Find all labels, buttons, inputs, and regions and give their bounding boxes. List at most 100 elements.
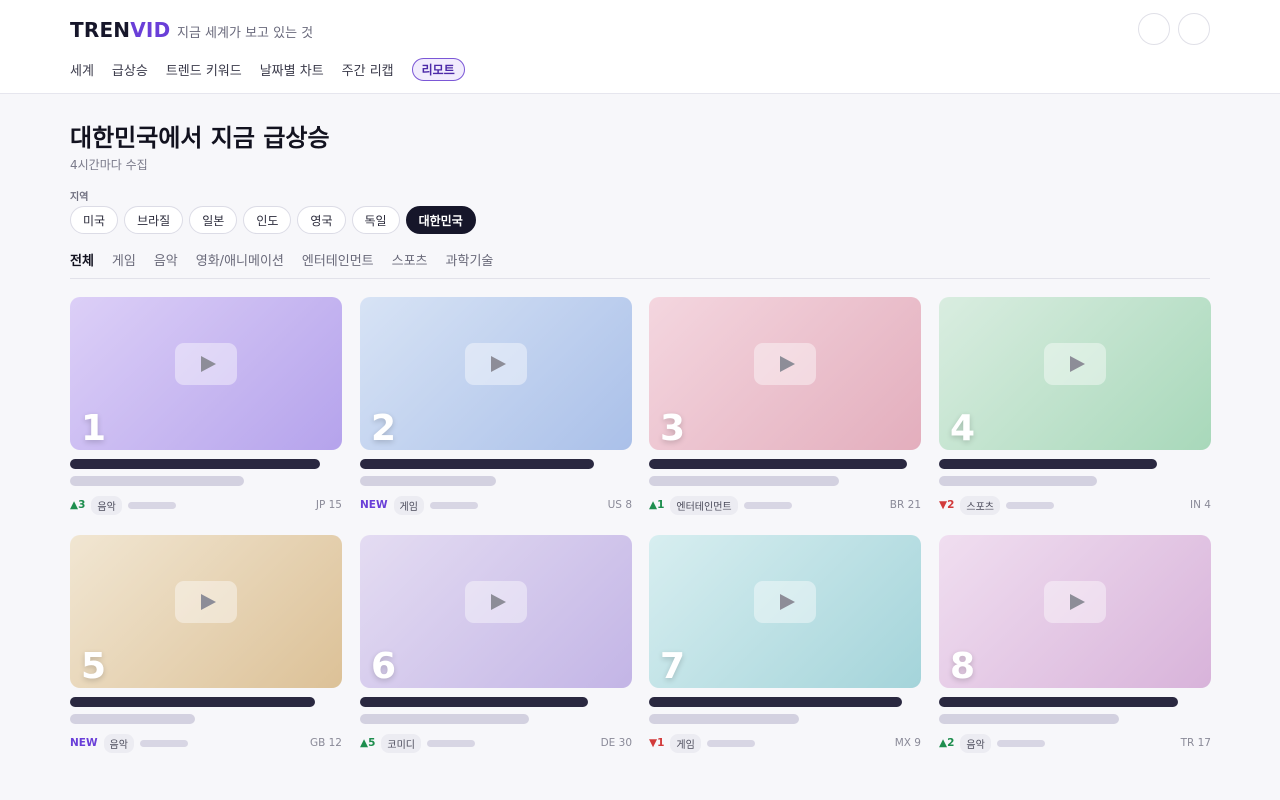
video-thumbnail[interactable]: 6: [360, 535, 632, 688]
main-nav: 세계 급상승 트렌드 키워드 날짜별 차트 주간 리캡 리모트: [70, 58, 465, 81]
views-placeholder: [1006, 501, 1054, 509]
channel-name-placeholder: [360, 476, 496, 486]
nav-item-trend-keywords[interactable]: 트렌드 키워드: [166, 60, 242, 79]
rank-change-badge: ▼2: [939, 499, 955, 511]
category-tab[interactable]: 전체: [70, 250, 94, 278]
play-icon[interactable]: [754, 581, 816, 623]
country-rank-code: GB 12: [309, 737, 342, 749]
category-tab[interactable]: 영화/애니메이션: [196, 250, 284, 278]
video-card[interactable]: 6 ▲5 코미디 DE 30: [360, 535, 632, 753]
video-card[interactable]: 8 ▲2 음악 TR 17: [939, 535, 1211, 753]
region-chip[interactable]: 대한민국: [405, 206, 476, 234]
video-title-placeholder[interactable]: [939, 459, 1157, 469]
nav-item-remote[interactable]: 리모트: [411, 58, 465, 81]
views-placeholder: [429, 501, 478, 509]
category-tag: 음악: [103, 733, 134, 753]
video-thumbnail[interactable]: 2: [360, 297, 632, 450]
rank-number: 7: [660, 646, 686, 687]
video-thumbnail[interactable]: 4: [939, 297, 1211, 450]
video-meta: ▲2 음악 TR 17: [939, 733, 1211, 753]
play-icon[interactable]: [1044, 581, 1106, 623]
video-card[interactable]: 5 NEW 음악 GB 12: [70, 535, 342, 753]
rank-number: 5: [81, 646, 107, 687]
video-thumbnail[interactable]: 3: [649, 297, 921, 450]
category-tab[interactable]: 엔터테인먼트: [302, 250, 374, 278]
top-header: TRENVID 지금 세계가 보고 있는 것 세계 급상승 트렌드 키워드 날짜…: [0, 0, 1280, 94]
country-rank-code: IN 4: [1190, 499, 1211, 511]
brand-logo[interactable]: TRENVID: [70, 18, 170, 42]
header-action-button-1[interactable]: [1138, 13, 1170, 45]
rank-change-badge: NEW: [70, 737, 98, 749]
region-chip[interactable]: 영국: [297, 206, 346, 234]
video-title-placeholder[interactable]: [360, 697, 588, 707]
video-card[interactable]: 1 ▲3 음악 JP 15: [70, 297, 342, 515]
views-placeholder: [427, 739, 475, 747]
nav-item-weekly-recap[interactable]: 주간 리캡: [342, 60, 394, 79]
region-chip[interactable]: 인도: [243, 206, 292, 234]
video-thumbnail[interactable]: 5: [70, 535, 342, 688]
video-thumbnail[interactable]: 8: [939, 535, 1211, 688]
video-meta: NEW 게임 US 8: [360, 495, 632, 515]
video-title-placeholder[interactable]: [649, 697, 902, 707]
play-icon[interactable]: [1044, 343, 1106, 385]
play-icon[interactable]: [754, 343, 816, 385]
video-thumbnail[interactable]: 7: [649, 535, 921, 688]
play-icon[interactable]: [175, 343, 237, 385]
channel-name-placeholder: [360, 714, 529, 724]
rank-number: 8: [950, 646, 976, 687]
video-title-placeholder[interactable]: [939, 697, 1178, 707]
nav-item-world[interactable]: 세계: [70, 60, 94, 79]
category-tab[interactable]: 음악: [154, 250, 178, 278]
play-icon[interactable]: [465, 581, 527, 623]
video-title-placeholder[interactable]: [360, 459, 594, 469]
play-icon[interactable]: [175, 581, 237, 623]
brand-name-part1: TREN: [70, 18, 131, 42]
category-tab[interactable]: 게임: [112, 250, 136, 278]
page-title: 대한민국에서 지금 급상승: [70, 124, 330, 152]
category-tag: 게임: [670, 733, 701, 753]
category-tab[interactable]: 과학기술: [446, 250, 494, 278]
video-meta: ▼2 스포츠 IN 4: [939, 495, 1211, 515]
video-card[interactable]: 7 ▼1 게임 MX 9: [649, 535, 921, 753]
views-placeholder: [743, 501, 792, 509]
category-tag: 음악: [960, 733, 991, 753]
video-title-placeholder[interactable]: [70, 697, 315, 707]
video-meta: ▲3 음악 JP 15: [70, 495, 342, 515]
channel-name-placeholder: [939, 714, 1119, 724]
rank-change-badge: ▲1: [649, 499, 665, 511]
category-tag: 스포츠: [960, 495, 1000, 515]
rank-change-badge: ▼1: [649, 737, 665, 749]
nav-item-trending[interactable]: 급상승: [112, 60, 148, 79]
video-thumbnail[interactable]: 1: [70, 297, 342, 450]
category-tab[interactable]: 스포츠: [392, 250, 428, 278]
rank-change-badge: ▲5: [360, 737, 376, 749]
video-card[interactable]: 4 ▼2 스포츠 IN 4: [939, 297, 1211, 515]
rank-change-badge: ▲2: [939, 737, 955, 749]
video-card[interactable]: 3 ▲1 엔터테인먼트 BR 21: [649, 297, 921, 515]
brand-name-part2: VID: [130, 18, 171, 42]
country-rank-code: US 8: [607, 499, 632, 511]
channel-name-placeholder: [649, 476, 839, 486]
channel-name-placeholder: [939, 476, 1097, 486]
category-tag: 음악: [91, 495, 122, 515]
header-action-button-2[interactable]: [1178, 13, 1210, 45]
video-title-placeholder[interactable]: [649, 459, 907, 469]
country-rank-code: BR 21: [889, 499, 921, 511]
page-subtitle: 4시간마다 수집: [70, 158, 148, 172]
video-title-placeholder[interactable]: [70, 459, 320, 469]
video-card[interactable]: 2 NEW 게임 US 8: [360, 297, 632, 515]
rank-change-badge: NEW: [360, 499, 388, 511]
video-meta: NEW 음악 GB 12: [70, 733, 342, 753]
play-icon[interactable]: [465, 343, 527, 385]
views-placeholder: [996, 739, 1045, 747]
video-meta: ▼1 게임 MX 9: [649, 733, 921, 753]
region-selector: 미국 브라질 일본 인도 영국 독일 대한민국: [70, 206, 476, 234]
rank-number: 1: [81, 408, 107, 449]
region-chip[interactable]: 일본: [189, 206, 238, 234]
views-placeholder: [706, 739, 755, 747]
nav-item-daily-chart[interactable]: 날짜별 차트: [260, 60, 324, 79]
channel-name-placeholder: [70, 476, 244, 486]
region-chip[interactable]: 독일: [351, 206, 400, 234]
region-chip[interactable]: 미국: [70, 206, 119, 234]
region-chip[interactable]: 브라질: [124, 206, 184, 234]
